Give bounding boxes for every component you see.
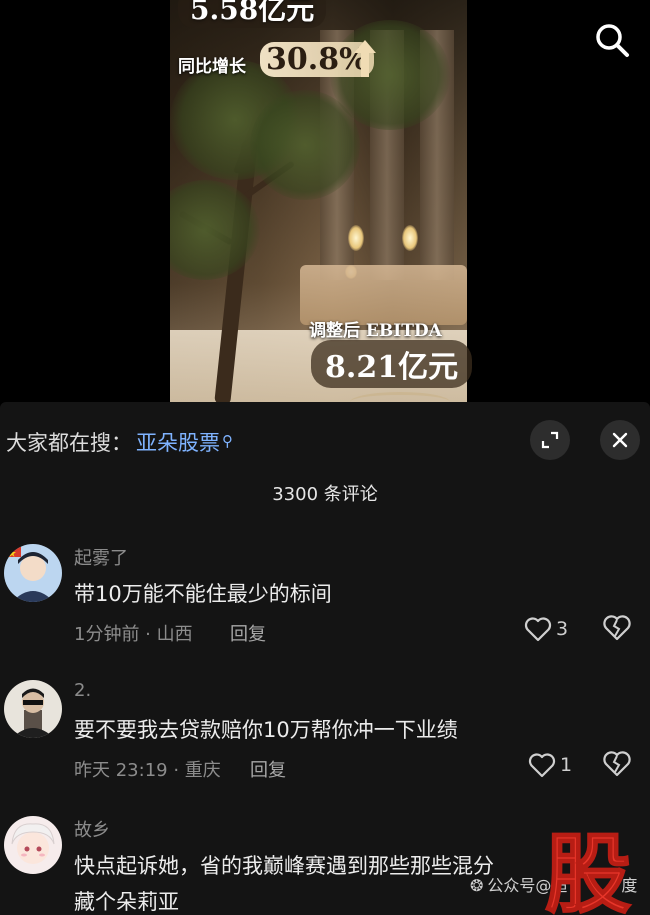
comment-item: 2. 要不要我去贷款赔你10万帮你冲一下业绩 昨天 23:19 · 重庆 回复 … — [0, 680, 650, 790]
video-area[interactable]: 5.58亿元 同比增长 30.8% 调整后 EBITDA 8.21亿元 — [0, 0, 650, 405]
comment-item: 起雾了 带10万能不能住最少的标间 1分钟前 · 山西 回复 3 — [0, 544, 650, 654]
like-count: 3 — [556, 618, 569, 640]
comment-text-line-2: 藏个朵莉亚 — [74, 890, 179, 914]
comment-text-line-1: 快点起诉她，省的我巅峰赛遇到那些那些混分 — [74, 854, 494, 878]
video-lamp — [402, 225, 418, 251]
heart-icon — [524, 617, 552, 642]
close-icon — [612, 432, 628, 448]
like-count: 1 — [560, 754, 573, 776]
video-stat-top: 5.58亿元 — [178, 0, 327, 28]
comment-text: 要不要我去贷款赔你10万帮你冲一下业绩 — [74, 718, 458, 742]
search-icon[interactable] — [592, 20, 632, 60]
reply-button[interactable]: 回复 — [250, 756, 286, 782]
search-suggestion-row: 大家都在搜： 亚朵股票 ⚲ — [0, 420, 650, 464]
up-arrow-icon — [354, 40, 376, 53]
avatar[interactable] — [4, 544, 62, 602]
expand-icon — [541, 431, 559, 449]
broken-heart-icon — [603, 751, 631, 777]
up-arrow-icon-stem — [361, 53, 369, 77]
comment-username[interactable]: 2. — [74, 680, 91, 701]
ebitda-label: 调整后 EBITDA — [309, 321, 442, 341]
reply-button[interactable]: 回复 — [230, 620, 266, 646]
search-suggestion-text[interactable]: 亚朵股票 — [136, 431, 220, 455]
close-button[interactable] — [600, 420, 640, 460]
stock-logo-glyph: 股 — [545, 825, 631, 915]
small-search-icon: ⚲ — [222, 432, 233, 450]
search-suggestion-label: 大家都在搜： — [6, 431, 132, 455]
avatar[interactable] — [4, 816, 62, 874]
comment-meta: 1分钟前 · 山西 — [74, 624, 193, 645]
heart-icon — [528, 753, 556, 778]
expand-button[interactable] — [530, 420, 570, 460]
dislike-button[interactable] — [602, 614, 632, 644]
video-lamp — [348, 225, 364, 251]
comment-username[interactable]: 起雾了 — [74, 544, 128, 570]
comment-meta: 昨天 23:19 · 重庆 — [74, 760, 221, 781]
yoy-label: 同比增长 — [178, 57, 246, 77]
broken-heart-icon — [603, 615, 631, 641]
stock-logo-watermark: 股 — [540, 818, 636, 915]
comment-count: 3300 条评论 — [272, 484, 378, 505]
dislike-button[interactable] — [602, 750, 632, 780]
search-suggestion-link[interactable]: 亚朵股票 ⚲ — [136, 427, 233, 457]
avatar[interactable] — [4, 680, 62, 738]
like-button[interactable]: 1 — [528, 750, 572, 780]
ebitda-value: 8.21亿元 — [311, 340, 473, 388]
comment-username[interactable]: 故乡 — [74, 816, 110, 842]
like-button[interactable]: 3 — [524, 614, 568, 644]
wechat-icon: ❂ — [470, 876, 484, 895]
comment-text: 带10万能不能住最少的标间 — [74, 582, 332, 606]
